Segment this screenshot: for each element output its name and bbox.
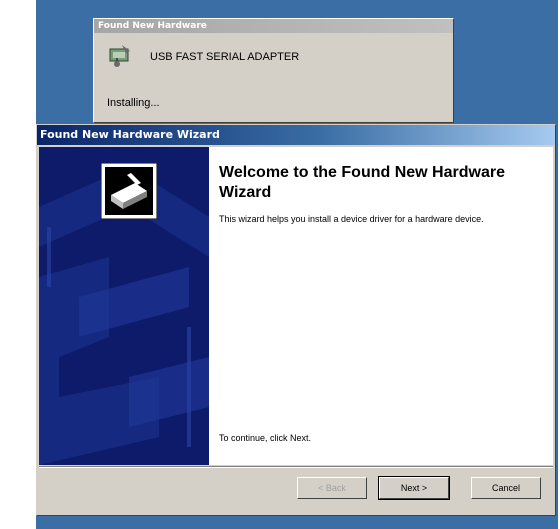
cancel-button[interactable]: Cancel xyxy=(471,477,541,499)
dialog-title: Found New Hardware xyxy=(94,19,453,33)
continue-instruction: To continue, click Next. xyxy=(219,433,312,443)
button-separator xyxy=(39,466,553,468)
wizard-heading: Welcome to the Found New Hardware Wizard xyxy=(219,164,505,201)
hardware-wizard-icon xyxy=(100,162,158,224)
window-title[interactable]: Found New Hardware Wizard xyxy=(37,125,555,145)
found-new-hardware-dialog: Found New Hardware USB FAST SERIAL ADAPT… xyxy=(93,18,454,123)
hardware-wizard-window: Found New Hardware Wizard Welcome to the… xyxy=(36,124,556,516)
back-button[interactable]: < Back xyxy=(297,477,367,499)
wizard-side-panel xyxy=(39,147,209,465)
next-button[interactable]: Next > xyxy=(378,476,450,500)
wizard-description: This wizard helps you install a device d… xyxy=(219,214,484,224)
wizard-content: Welcome to the Found New Hardware Wizard… xyxy=(209,147,553,465)
install-status: Installing... xyxy=(107,97,160,109)
wizard-body: Welcome to the Found New Hardware Wizard… xyxy=(39,147,553,465)
device-name: USB FAST SERIAL ADAPTER xyxy=(150,51,300,63)
hardware-wizard-icon xyxy=(108,43,134,69)
